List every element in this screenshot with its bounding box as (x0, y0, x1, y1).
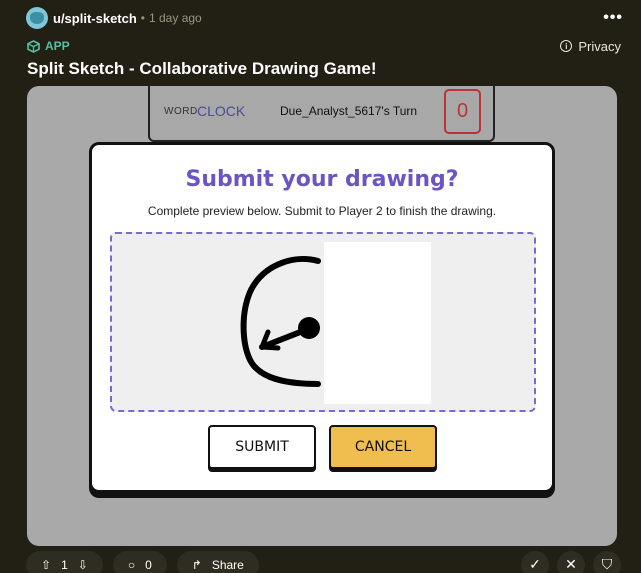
game-header: WORD: CLOCK Due_Analyst_5617's Turn 0 (148, 86, 495, 142)
post-title[interactable]: Split Sketch - Collaborative Drawing Gam… (27, 59, 377, 79)
word-value: CLOCK (197, 103, 246, 119)
cancel-button[interactable]: CANCEL (329, 425, 437, 469)
post-footer: ⇧ 1 ⇩ ○ 0 ↱ Share ✓ ✕ ⛉ (26, 550, 621, 573)
post-header: u/split-sketch • 1 day ago ••• (26, 7, 623, 29)
app-cube-icon (27, 39, 40, 53)
score-badge: 0 (444, 89, 481, 134)
downvote-icon[interactable]: ⇩ (78, 558, 88, 572)
word-label: WORD: (164, 106, 201, 117)
post-card: u/split-sketch • 1 day ago ••• APP i Pri… (0, 0, 641, 573)
approve-icon[interactable]: ✓ (521, 550, 549, 573)
app-badge: APP (27, 39, 70, 53)
author-link[interactable]: u/split-sketch (53, 11, 137, 26)
upvote-icon[interactable]: ⇧ (41, 558, 51, 572)
vote-pill: ⇧ 1 ⇩ (26, 550, 103, 573)
drawing-preview (110, 232, 536, 412)
drawing-strokes (240, 256, 321, 387)
shield-icon[interactable]: ⛉ (593, 550, 621, 573)
share-label: Share (211, 557, 244, 572)
comment-count: 0 (145, 557, 152, 572)
remove-icon[interactable]: ✕ (557, 550, 585, 573)
share-button[interactable]: ↱ Share (176, 550, 259, 573)
avatar[interactable] (26, 7, 48, 29)
info-icon: i (560, 40, 573, 52)
comments-button[interactable]: ○ 0 (112, 550, 167, 573)
app-label: APP (45, 39, 70, 53)
separator-dot: • (140, 11, 145, 25)
turn-indicator: Due_Analyst_5617's Turn (280, 104, 418, 118)
post-time: 1 day ago (149, 11, 202, 25)
app-row: APP i Privacy (27, 37, 621, 55)
dialog-subtitle: Complete preview below. Submit to Player… (147, 204, 497, 218)
share-icon: ↱ (191, 557, 202, 572)
submit-dialog: Submit your drawing? Complete preview be… (89, 142, 555, 493)
comment-icon: ○ (127, 557, 136, 572)
vote-count: 1 (61, 557, 68, 572)
dialog-title: Submit your drawing? (185, 167, 459, 192)
privacy-label: Privacy (578, 38, 621, 54)
privacy-button[interactable]: i Privacy (560, 39, 621, 54)
more-options-icon[interactable]: ••• (603, 10, 623, 26)
submit-button[interactable]: SUBMIT (208, 425, 316, 469)
